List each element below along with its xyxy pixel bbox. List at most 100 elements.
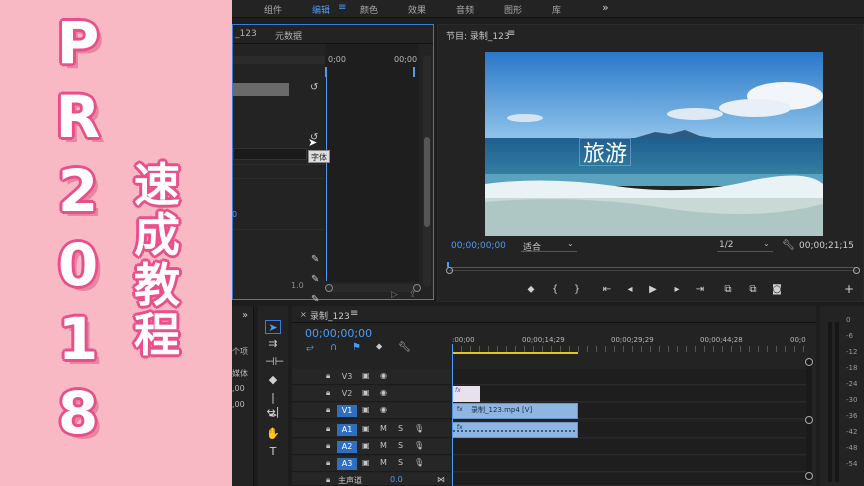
workspace-tab-editing[interactable]: 编辑: [312, 3, 330, 16]
track-lane-a3[interactable]: [452, 456, 812, 472]
track-label[interactable]: V2: [337, 388, 357, 400]
scrollbar-thumb[interactable]: [424, 137, 430, 227]
mark-in-icon[interactable]: {: [548, 284, 562, 295]
mute-button[interactable]: M: [380, 441, 387, 450]
time-ruler[interactable]: :00;00 00;00;14;29 00;00;29;29 00;00;44;…: [452, 328, 812, 358]
sequence-tab[interactable]: 录制_123: [310, 309, 350, 322]
track-header-a3[interactable]: 🔒︎ A3 ▣ M S 🎙︎: [292, 456, 452, 472]
sync-lock-icon[interactable]: ▣: [362, 424, 370, 433]
mark-out-icon[interactable]: }: [570, 284, 584, 295]
overflow-icon[interactable]: »: [242, 310, 248, 321]
lock-icon[interactable]: 🔒︎: [326, 371, 330, 381]
font-dropdown[interactable]: [233, 148, 307, 160]
timeline-scrollbar[interactable]: [805, 358, 813, 482]
scroll-handle-middle[interactable]: [805, 416, 813, 424]
reset-icon[interactable]: ↺: [310, 82, 318, 93]
track-header-a1[interactable]: 🔒︎ A1 ▣ M S 🎙︎: [292, 422, 452, 438]
eyedropper-icon[interactable]: ✎: [311, 294, 319, 305]
workspace-tab-graphics[interactable]: 图形: [504, 3, 522, 16]
track-label[interactable]: V3: [337, 371, 357, 383]
horizontal-scrollbar[interactable]: [325, 284, 421, 292]
nest-icon[interactable]: ⥂: [306, 342, 314, 353]
timeline-timecode[interactable]: 00;00;00;00: [305, 327, 372, 340]
track-header-v3[interactable]: 🔒︎ V3 ▣ ◉: [292, 369, 452, 385]
export-icon[interactable]: ⇪: [409, 290, 417, 300]
program-monitor-title[interactable]: 节目: 录制_123: [446, 29, 510, 42]
workspace-tab-effects[interactable]: 效果: [408, 3, 426, 16]
wrench-icon[interactable]: 🔧︎: [782, 240, 795, 251]
video-preview[interactable]: 旅游: [485, 52, 823, 236]
value-zero[interactable]: 0: [232, 210, 237, 219]
lock-icon[interactable]: 🔒︎: [326, 458, 330, 468]
track-lane-v1[interactable]: fx 录制_123.mp4 [V]: [452, 403, 812, 419]
play-icon[interactable]: ▶: [646, 284, 660, 295]
panel-menu-icon[interactable]: ≡: [507, 28, 515, 39]
zoom-handle-left[interactable]: [446, 267, 453, 274]
step-forward-icon[interactable]: ▸: [670, 284, 684, 295]
camera-icon[interactable]: ◙: [770, 284, 784, 295]
work-area-bar[interactable]: [452, 352, 578, 354]
audio-clip[interactable]: fx: [452, 422, 578, 438]
mute-button[interactable]: M: [380, 458, 387, 467]
track-label[interactable]: A1: [337, 424, 357, 436]
workspace-tab-assembly[interactable]: 组件: [264, 3, 282, 16]
snap-icon[interactable]: ∩: [330, 342, 337, 353]
eyedropper-icon[interactable]: ✎: [311, 254, 319, 265]
lock-icon[interactable]: 🔒︎: [326, 388, 330, 398]
microphone-icon[interactable]: 🎙︎: [414, 458, 424, 467]
type-tool-icon[interactable]: T: [265, 445, 281, 459]
go-to-out-icon[interactable]: ⇥: [693, 284, 707, 295]
track-select-tool-icon[interactable]: ⇉: [265, 337, 281, 351]
sync-lock-icon[interactable]: ▣: [362, 405, 370, 414]
lock-icon[interactable]: 🔒︎: [326, 405, 330, 415]
value-one[interactable]: 1.0: [291, 281, 304, 290]
razor-tool-icon[interactable]: ◆: [265, 373, 281, 387]
track-lane-a1[interactable]: fx: [452, 422, 812, 438]
track-lane-v2[interactable]: fx: [452, 386, 812, 402]
sync-lock-icon[interactable]: ▣: [362, 441, 370, 450]
go-to-in-icon[interactable]: ⇤: [600, 284, 614, 295]
track-label[interactable]: A3: [337, 458, 357, 470]
add-marker-icon[interactable]: ⬥: [376, 342, 382, 352]
microphone-icon[interactable]: 🎙︎: [414, 441, 424, 450]
program-timecode[interactable]: 00;00;00;00: [451, 241, 506, 251]
zoom-handle-right[interactable]: [853, 267, 860, 274]
lock-icon[interactable]: 🔒︎: [326, 424, 330, 434]
solo-button[interactable]: S: [398, 424, 403, 433]
workspace-overflow-icon[interactable]: »: [602, 1, 609, 14]
slip-tool-icon[interactable]: |↔|: [265, 391, 281, 418]
track-lane-master[interactable]: [452, 473, 812, 486]
title-clip[interactable]: fx: [452, 386, 480, 402]
track-lane-v3[interactable]: [452, 369, 812, 385]
filter-icon[interactable]: ▷: [391, 290, 398, 300]
timeline-playhead[interactable]: [452, 344, 453, 486]
workspace-tab-color[interactable]: 颜色: [360, 3, 378, 16]
sync-lock-icon[interactable]: ▣: [362, 371, 370, 380]
linked-selection-icon[interactable]: ⚑: [352, 342, 361, 353]
lock-icon[interactable]: 🔒︎: [326, 441, 330, 451]
video-caption[interactable]: 旅游: [579, 136, 631, 168]
playhead-line[interactable]: [326, 67, 327, 281]
wrench-icon[interactable]: 🔧︎: [398, 342, 411, 353]
track-header-v2[interactable]: 🔒︎ V2 ▣ ◉: [292, 386, 452, 402]
master-volume-value[interactable]: 0.0: [390, 475, 403, 484]
workspace-tab-libraries[interactable]: 库: [552, 3, 561, 16]
eyedropper-icon[interactable]: ✎: [311, 274, 319, 285]
vertical-scrollbar[interactable]: [423, 55, 431, 287]
track-lane-a2[interactable]: [452, 439, 812, 455]
lock-icon[interactable]: 🔒︎: [326, 475, 330, 485]
scroll-handle-top[interactable]: [805, 358, 813, 366]
sync-lock-icon[interactable]: ▣: [362, 388, 370, 397]
mute-button[interactable]: M: [380, 424, 387, 433]
eye-icon[interactable]: ◉: [380, 405, 387, 414]
close-icon[interactable]: ×: [300, 310, 307, 319]
track-header-a2[interactable]: 🔒︎ A2 ▣ M S 🎙︎: [292, 439, 452, 455]
workspace-tab-audio[interactable]: 音频: [456, 3, 474, 16]
scroll-handle-bottom[interactable]: [805, 472, 813, 480]
hand-tool-icon[interactable]: ✋: [265, 427, 281, 441]
selection-tool-icon[interactable]: ➤: [265, 320, 281, 334]
ripple-edit-tool-icon[interactable]: ⊣⊢: [265, 355, 284, 369]
video-clip[interactable]: fx 录制_123.mp4 [V]: [452, 403, 578, 419]
track-header-v1[interactable]: 🔒︎ V1 ▣ ◉: [292, 403, 452, 419]
master-track-header[interactable]: 🔒︎ 主声道 0.0 ⋈: [292, 473, 452, 486]
